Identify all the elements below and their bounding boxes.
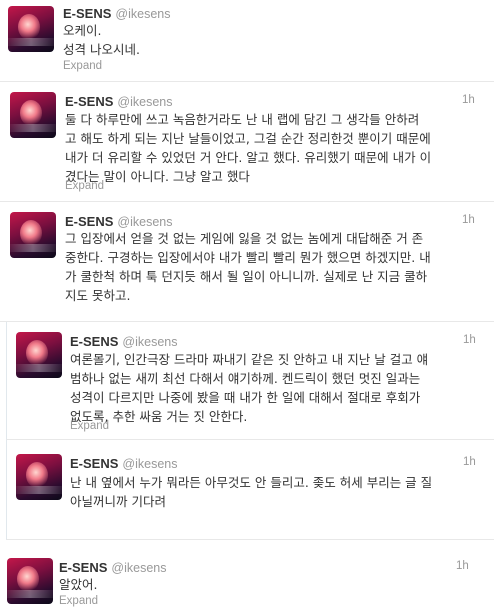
- tweet-timestamp[interactable]: 1h: [456, 560, 469, 572]
- tweet-text-line: 없도록, 추한 싸움 거는 짓 안한다.: [70, 409, 248, 424]
- tweet-text: 난 내 옆에서 누가 뭐라든 아무것도 안 들리고. 좆도 허세 부리는 글 질…: [70, 473, 432, 511]
- tweet-text-line: 범하나 없는 새끼 최선 다해서 얘기하께. 켄드릭이 했던 멋진 일과는: [70, 371, 421, 386]
- tweet-text-line: 고 해도 하게 되는 지난 날들이었고, 그걸 순간 정리한것 뿐이기 때문에: [65, 131, 431, 146]
- tweet-text-line: 지도 못하고.: [65, 288, 131, 303]
- tweet-text-line: 가 쿨한척 하며 툭 던지듯 해서 될 일이 아니니까. 실제로 난 지금 쿨하: [65, 269, 428, 284]
- user-name[interactable]: E-SENS: [70, 456, 118, 471]
- avatar[interactable]: [16, 454, 62, 500]
- tweet-text-line: 겼다는 말이 아니다. 그냥 알고 했다: [65, 169, 250, 184]
- avatar[interactable]: [8, 6, 54, 52]
- tweet-feed: E-SENS @ikesens 오케이. 성격 나오시네. Expand E-SE…: [0, 0, 494, 614]
- avatar[interactable]: [10, 212, 56, 258]
- expand-link[interactable]: Expand: [70, 420, 109, 432]
- tweet-timestamp[interactable]: 1h: [462, 214, 475, 226]
- tweet-timestamp[interactable]: 1h: [463, 456, 476, 468]
- user-name[interactable]: E-SENS: [59, 560, 107, 575]
- tweet[interactable]: E-SENS @ikesens 1h 알았어. Expand: [0, 548, 494, 614]
- tweet-text: 둘 다 하루만에 쓰고 녹음한거라도 난 내 랩에 담긴 그 생각들 안하려 고…: [65, 110, 431, 186]
- tweet-timestamp[interactable]: 1h: [463, 334, 476, 346]
- tweet-text-line: 난 내 옆에서 누가 뭐라든 아무것도 안 들리고. 좆도 허세 부리는 글 질: [70, 475, 433, 490]
- tweet-text-line: 중한다. 구경하는 입장에서야 내가 빨리 빨리 뭔가 했으면 하겠지만. 내: [65, 250, 431, 265]
- tweet-text-line: 성격이 다르지만 나중에 봤을 때 내가 한 일에 대해서 절대로 후회가: [70, 390, 421, 405]
- user-handle[interactable]: @ikesens: [117, 215, 172, 229]
- expand-link[interactable]: Expand: [63, 60, 102, 72]
- user-name[interactable]: E-SENS: [65, 94, 113, 109]
- avatar[interactable]: [7, 558, 53, 604]
- tweet-text-line: 알았어.: [59, 577, 98, 592]
- user-name[interactable]: E-SENS: [63, 6, 111, 21]
- user-handle[interactable]: @ikesens: [117, 95, 172, 109]
- tweet[interactable]: E-SENS @ikesens 1h 그 입장에서 얻을 것 없는 게임에 잃을 …: [0, 202, 494, 322]
- tweet-text: 알았어.: [59, 575, 97, 594]
- tweet-header: E-SENS @ikesens: [70, 333, 177, 351]
- tweet[interactable]: E-SENS @ikesens 1h 둘 다 하루만에 쓰고 녹음한거라도 난 내…: [0, 82, 494, 202]
- tweet-text-line: 그 입장에서 얻을 것 없는 게임에 잃을 것 없는 놈에게 대답해준 거 존: [65, 231, 424, 246]
- tweet-text: 여론몰기, 인간극장 드라마 짜내기 같은 짓 안하고 내 지난 날 걸고 얘 …: [70, 350, 428, 426]
- avatar[interactable]: [10, 92, 56, 138]
- tweet-text-line: 아닐꺼니까 기다려: [70, 494, 166, 509]
- tweet-text-line: 둘 다 하루만에 쓰고 녹음한거라도 난 내 랩에 담긴 그 생각들 안하려: [65, 112, 420, 127]
- tweet-text-line: 내가 더 유리할 수 있었던 거 안다. 알고 했다. 유리했기 때문에 내가 …: [65, 150, 432, 165]
- user-name[interactable]: E-SENS: [65, 214, 113, 229]
- tweet[interactable]: E-SENS @ikesens 오케이. 성격 나오시네. Expand: [0, 0, 494, 82]
- user-handle[interactable]: @ikesens: [122, 457, 177, 471]
- tweet-text-line: 성격 나오시네.: [63, 42, 140, 57]
- user-handle[interactable]: @ikesens: [111, 561, 166, 575]
- tweet-text: 오케이. 성격 나오시네.: [63, 21, 140, 59]
- tweet-text-line: 오케이.: [63, 23, 102, 38]
- tweet-timestamp[interactable]: 1h: [462, 94, 475, 106]
- tweet[interactable]: E-SENS @ikesens 1h 난 내 옆에서 누가 뭐라든 아무것도 안 …: [6, 440, 494, 540]
- user-handle[interactable]: @ikesens: [122, 335, 177, 349]
- expand-link[interactable]: Expand: [59, 595, 98, 607]
- user-name[interactable]: E-SENS: [70, 334, 118, 349]
- tweet-header: E-SENS @ikesens: [70, 455, 177, 473]
- avatar[interactable]: [16, 332, 62, 378]
- user-handle[interactable]: @ikesens: [115, 7, 170, 21]
- tweet-text-line: 여론몰기, 인간극장 드라마 짜내기 같은 짓 안하고 내 지난 날 걸고 얘: [70, 352, 429, 367]
- tweet[interactable]: E-SENS @ikesens 1h 여론몰기, 인간극장 드라마 짜내기 같은 …: [6, 322, 494, 440]
- expand-link[interactable]: Expand: [65, 180, 104, 192]
- tweet-header: E-SENS @ikesens: [65, 93, 172, 111]
- tweet-text: 그 입장에서 얻을 것 없는 게임에 잃을 것 없는 놈에게 대답해준 거 존 …: [65, 229, 431, 305]
